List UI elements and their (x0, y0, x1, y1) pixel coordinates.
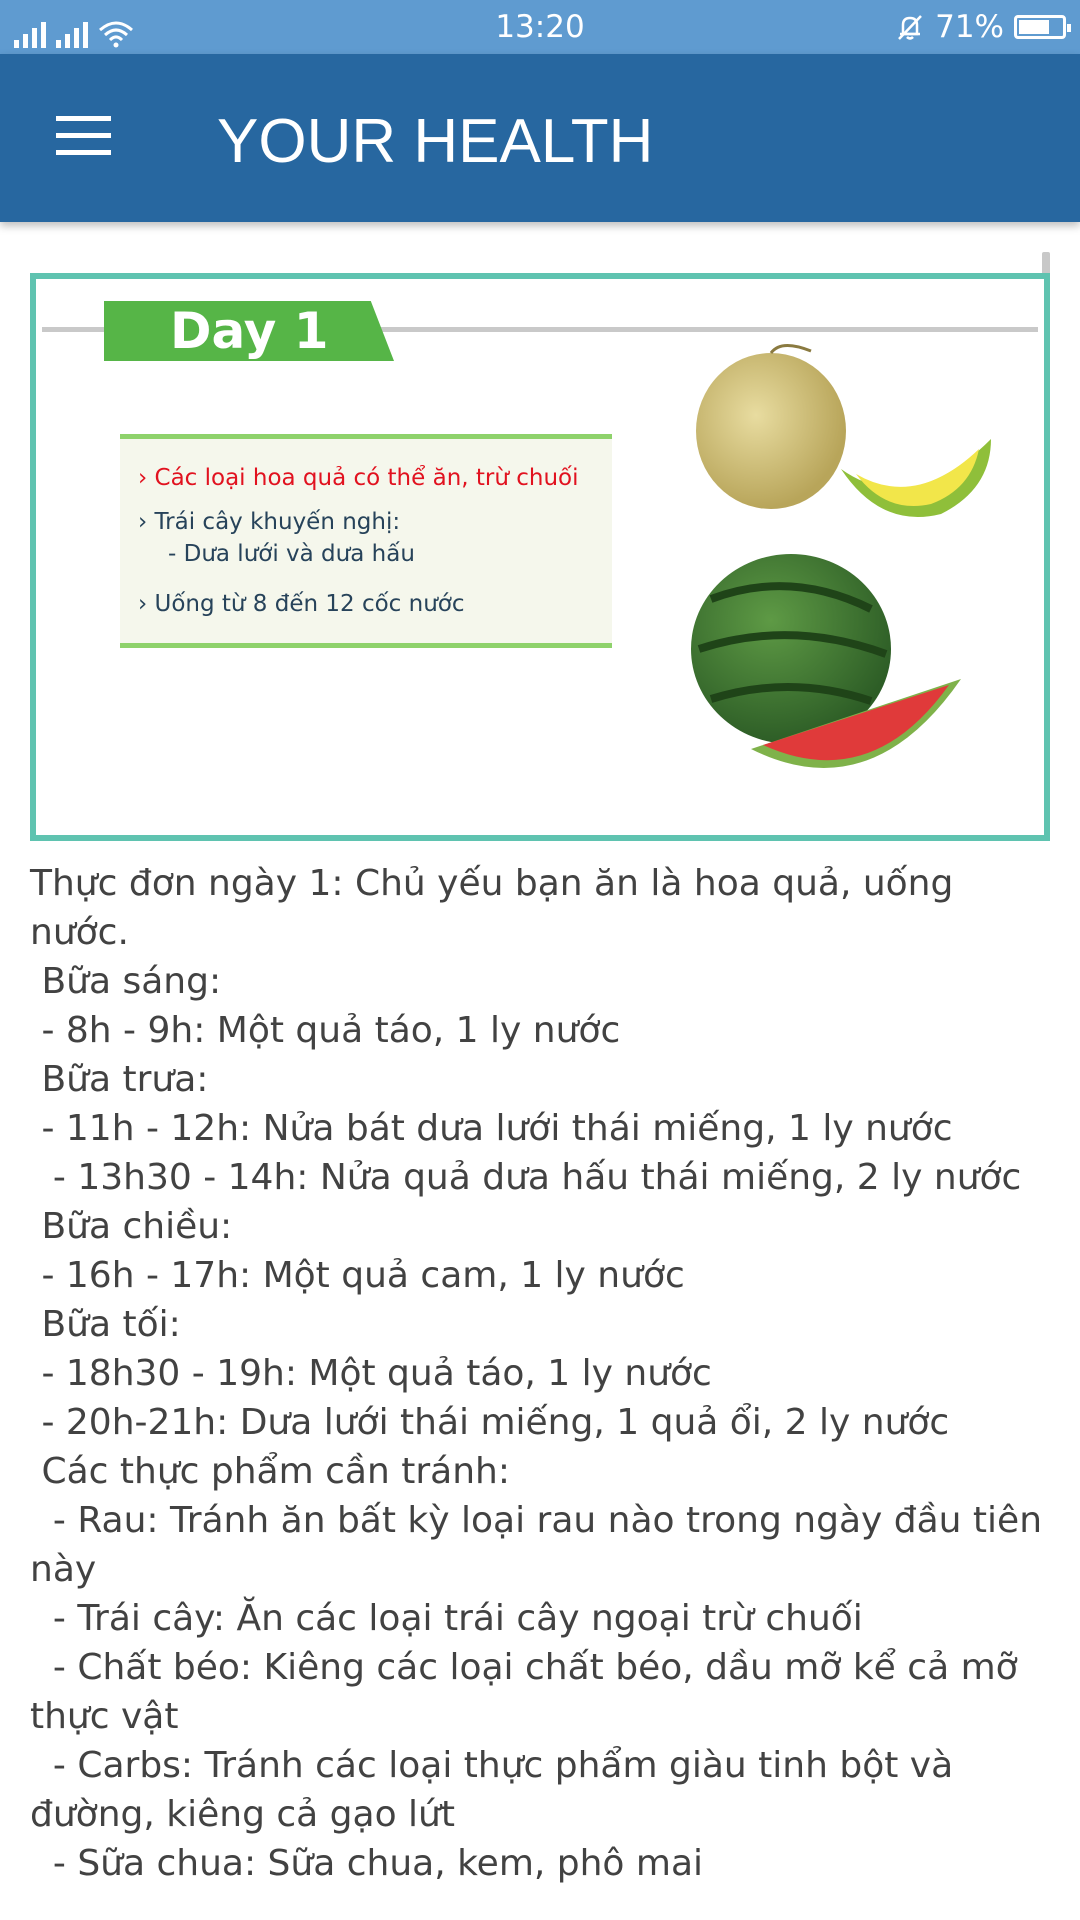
banner-info-box: › Các loại hoa quả có thể ăn, trừ chuối … (120, 434, 612, 648)
banner-line: › Uống từ 8 đến 12 cốc nước (138, 591, 465, 617)
melon-watermelon-image (691, 344, 991, 768)
day-banner-image: Day 1 › Các loại hoa quả có thể ăn, trừ … (30, 273, 1050, 841)
battery-percent: 71% (935, 9, 1004, 45)
day-label: Day 1 (104, 301, 394, 361)
status-bar: 13:20 71% (0, 0, 1080, 54)
status-right: 71% (895, 9, 1071, 45)
app-title: YOUR HEALTH (217, 107, 654, 176)
battery-icon (1014, 15, 1071, 39)
battery-level-fill (1019, 20, 1049, 34)
banner-line: - Dưa lưới và dưa hấu (168, 541, 415, 567)
article-text: Thực đơn ngày 1: Chủ yếu bạn ăn là hoa q… (30, 863, 1043, 1884)
banner-line: › Trái cây khuyến nghị: (138, 509, 401, 535)
hamburger-menu-icon[interactable] (44, 106, 114, 170)
banner-line: › Các loại hoa quả có thể ăn, trừ chuối (138, 465, 579, 491)
bell-off-icon (898, 15, 922, 40)
app-bar: YOUR HEALTH (0, 54, 1080, 222)
